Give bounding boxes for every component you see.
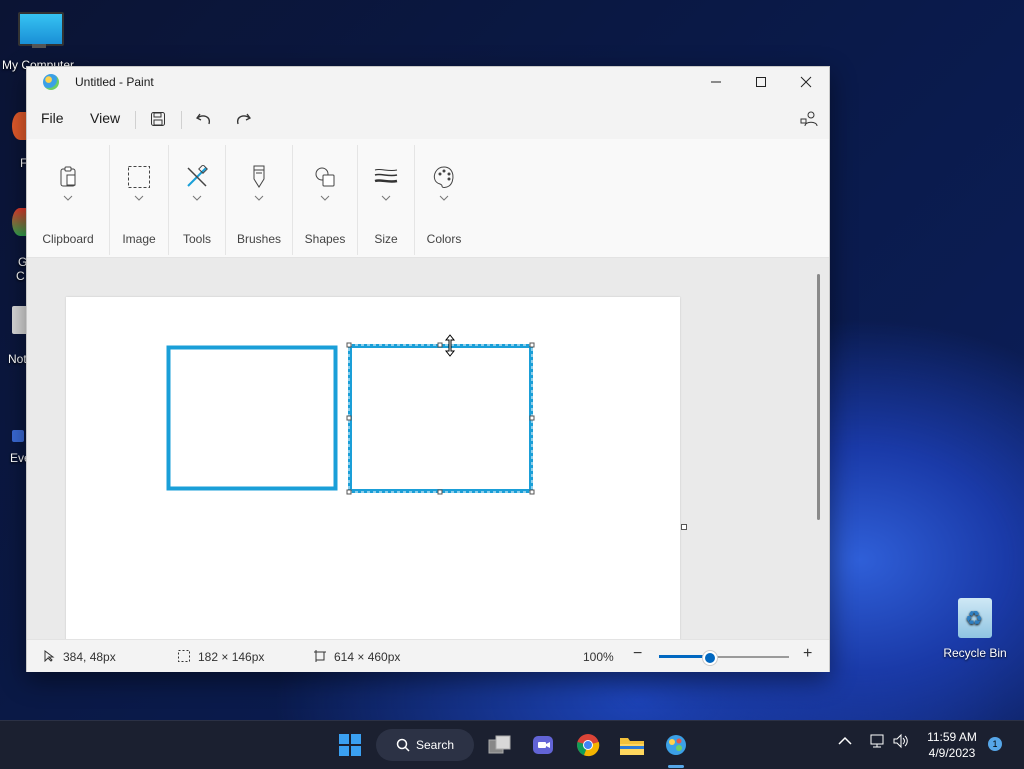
minimize-button[interactable] <box>693 67 739 97</box>
shapes-icon <box>313 165 337 189</box>
chevron-down-icon <box>439 195 449 201</box>
chrome-button[interactable] <box>574 731 602 759</box>
chevron-down-icon <box>254 195 264 201</box>
chevron-up-icon <box>838 736 852 745</box>
network-button[interactable] <box>868 733 886 752</box>
menu-view[interactable]: View <box>90 110 120 126</box>
show-hidden-icons-button[interactable] <box>838 733 852 749</box>
size-icon <box>374 165 398 189</box>
maximize-button[interactable] <box>738 67 784 97</box>
ribbon-group-size[interactable]: Size <box>358 139 414 257</box>
start-button[interactable] <box>336 731 364 759</box>
undo-button[interactable] <box>192 107 216 131</box>
chevron-down-icon <box>381 195 391 201</box>
undo-icon <box>196 113 210 125</box>
palette-icon <box>432 165 456 189</box>
taskbar-search[interactable]: Search <box>376 729 474 761</box>
taskbar: Search 11:59 AM 4/9/2023 1 <box>0 720 1024 769</box>
chevron-down-icon <box>192 195 202 201</box>
drawn-rectangle <box>166 345 338 491</box>
ribbon-group-colors[interactable]: Colors <box>415 139 473 257</box>
clipboard-icon <box>56 165 80 189</box>
cursor-position: 384, 48px <box>63 650 116 664</box>
selection-handles <box>346 342 535 495</box>
menu-file[interactable]: File <box>41 110 64 126</box>
minimize-icon <box>711 81 721 83</box>
ribbon-group-tools[interactable]: Tools <box>169 139 225 257</box>
monitor-icon <box>18 12 64 46</box>
zoom-out-button[interactable]: − <box>633 645 642 663</box>
selected-rectangle <box>348 344 533 493</box>
canvas-drawing <box>166 334 535 495</box>
recycle-bin-icon <box>958 598 992 638</box>
clock[interactable]: 11:59 AM 4/9/2023 <box>916 729 988 761</box>
recycle-bin-label: Recycle Bin <box>943 646 1007 660</box>
selection-icon <box>127 165 151 189</box>
task-view-icon <box>488 735 511 754</box>
close-icon <box>800 76 812 88</box>
volume-button[interactable] <box>892 733 910 752</box>
tools-icon <box>185 165 209 189</box>
network-icon <box>870 734 884 748</box>
paint-taskbar-button[interactable] <box>662 731 690 759</box>
file-explorer-button[interactable] <box>618 731 646 759</box>
app-icon <box>12 430 24 442</box>
folder-icon <box>620 738 644 755</box>
chevron-down-icon <box>134 195 144 201</box>
canvas-size-icon <box>314 650 326 662</box>
zoom-in-button[interactable]: + <box>803 645 812 663</box>
account-button[interactable] <box>797 107 821 131</box>
search-icon <box>396 738 410 752</box>
pointer-icon <box>44 650 55 662</box>
ribbon-group-image[interactable]: Image <box>110 139 168 257</box>
paint-app-icon <box>43 74 59 90</box>
close-button[interactable] <box>783 67 829 97</box>
save-icon <box>151 112 165 126</box>
canvas-resize-handle[interactable] <box>681 524 687 530</box>
zoom-slider-thumb[interactable] <box>703 651 717 665</box>
clock-date: 4/9/2023 <box>928 746 976 760</box>
volume-icon <box>893 733 908 749</box>
chrome-icon <box>577 734 600 757</box>
drawing-canvas[interactable] <box>66 297 680 639</box>
selection-size-icon <box>178 650 190 662</box>
selection-size: 182 × 146px <box>198 650 265 664</box>
teams-button[interactable] <box>530 731 558 759</box>
ribbon-group-shapes[interactable]: Shapes <box>293 139 357 257</box>
vertical-scrollbar[interactable] <box>817 274 820 520</box>
paint-window: Untitled - Paint File View Clipboard Ima… <box>26 66 830 672</box>
chat-icon <box>533 736 553 754</box>
paint-icon <box>666 735 686 755</box>
desktop-icon-recycle-bin[interactable]: Recycle Bin <box>940 598 1010 660</box>
ribbon-group-clipboard[interactable]: Clipboard <box>27 139 109 257</box>
notification-badge[interactable]: 1 <box>988 737 1002 751</box>
chevron-down-icon <box>320 195 330 201</box>
redo-button[interactable] <box>231 107 255 131</box>
redo-icon <box>237 113 251 125</box>
ribbon: Clipboard Image Tools Brushes Shapes Siz… <box>27 139 829 258</box>
title-bar[interactable]: Untitled - Paint <box>27 67 829 99</box>
windows-icon <box>339 734 361 756</box>
clock-time: 11:59 AM <box>927 730 977 744</box>
canvas-size: 614 × 460px <box>334 650 401 664</box>
menu-bar: File View <box>27 99 829 139</box>
window-title: Untitled - Paint <box>75 75 154 89</box>
zoom-level: 100% <box>583 650 614 664</box>
brush-icon <box>247 165 271 189</box>
task-view-button[interactable] <box>486 731 514 759</box>
status-bar: 384, 48px 182 × 146px 614 × 460px 100% −… <box>27 639 829 672</box>
chevron-down-icon <box>63 195 73 201</box>
account-icon <box>800 111 818 127</box>
maximize-icon <box>756 77 766 87</box>
canvas-area <box>27 258 829 639</box>
save-button[interactable] <box>146 107 170 131</box>
ribbon-group-brushes[interactable]: Brushes <box>226 139 292 257</box>
